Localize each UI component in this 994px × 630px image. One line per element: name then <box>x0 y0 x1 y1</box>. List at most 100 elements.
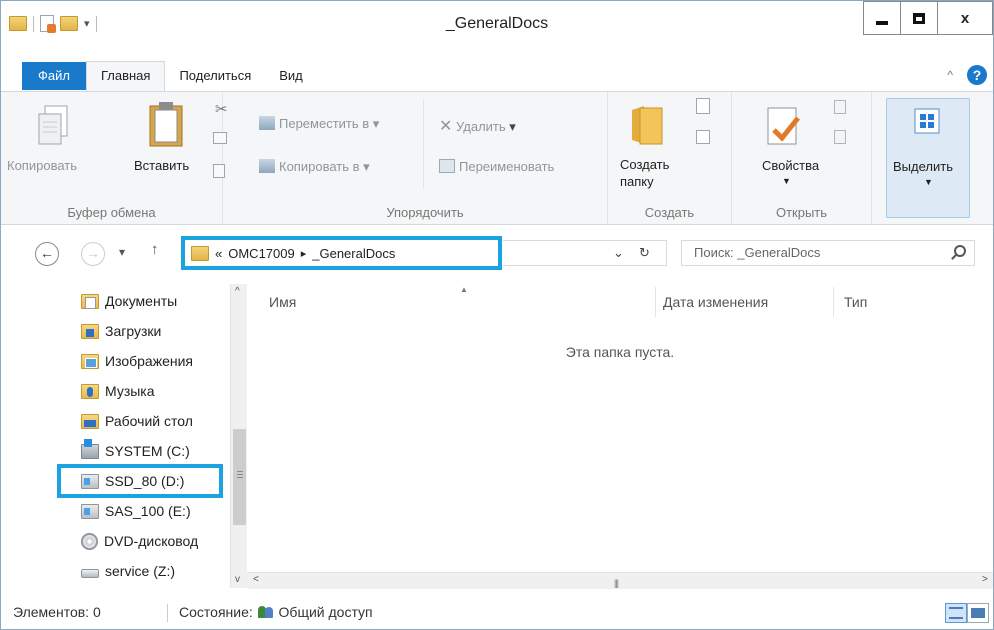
tab-file[interactable]: Файл <box>22 62 86 90</box>
delete-label: Удалить <box>456 119 506 134</box>
address-history-icon[interactable]: ⌄ <box>613 245 624 261</box>
select-icon <box>914 108 940 134</box>
properties-dropdown-icon[interactable]: ▼ <box>782 176 791 186</box>
minimize-button[interactable] <box>863 1 901 35</box>
new-folder-label-line1: Создать <box>620 157 670 172</box>
clipboard-group: Копировать Вставить ✂ Буфер обмена <box>1 92 228 224</box>
edit-icon[interactable] <box>834 130 846 144</box>
status-bar: Элементов: 0 Состояние: Общий доступ <box>1 596 993 629</box>
address-bar[interactable]: « OMC17009 ▸ _GeneralDocs <box>181 236 502 270</box>
maximize-button[interactable] <box>900 1 938 35</box>
horizontal-scrollbar[interactable]: < ||| > <box>247 572 993 589</box>
cut-icon[interactable]: ✂ <box>215 100 228 118</box>
nav-item-sas-e[interactable]: SAS_100 (E:) <box>81 496 191 526</box>
delete-button[interactable]: ✕ Удалить ▾ <box>439 116 516 136</box>
organize-group: Переместить в ▾ Копировать в ▾ ✕ Удалить… <box>243 92 608 224</box>
details-view-button[interactable] <box>945 603 967 623</box>
up-arrow-icon[interactable]: ↑ <box>151 241 159 258</box>
address-row: ← → ▾ ↑ « OMC17009 ▸ _GeneralDocs ⌄ ↻ По… <box>1 233 993 275</box>
properties-icon <box>767 107 800 145</box>
column-divider[interactable] <box>833 287 834 317</box>
navigation-pane: Документы Загрузки Изображения Музыка Ра… <box>1 281 247 591</box>
scroll-left-icon[interactable]: < <box>253 574 259 585</box>
breadcrumb-generaldocs[interactable]: _GeneralDocs <box>312 246 395 261</box>
empty-folder-message: Эта папка пуста. <box>565 344 675 360</box>
breadcrumb-omc17009[interactable]: OMC17009 <box>228 246 294 261</box>
network-drive-icon <box>81 568 99 578</box>
column-header-name[interactable]: Имя <box>269 289 296 315</box>
share-state-label: Состояние: <box>179 604 253 620</box>
documents-icon <box>81 293 99 309</box>
properties-button[interactable]: Свойства <box>762 158 819 173</box>
back-arrow-icon: ← <box>40 245 54 261</box>
search-icon[interactable] <box>954 245 966 257</box>
breadcrumb-separator-icon[interactable]: ▸ <box>301 247 307 260</box>
nav-vertical-scrollbar[interactable]: ^ v <box>230 284 247 588</box>
column-header-type[interactable]: Тип <box>844 289 867 315</box>
share-state-value: Общий доступ <box>278 604 373 620</box>
dvd-drive-icon <box>81 532 98 550</box>
help-icon[interactable]: ? <box>967 65 987 85</box>
collapse-ribbon-icon[interactable]: ^ <box>947 68 953 82</box>
status-divider <box>167 604 168 622</box>
minimize-icon <box>876 21 888 25</box>
delete-icon: ✕ <box>439 118 453 135</box>
downloads-icon <box>81 323 99 339</box>
nav-item-label: Музыка <box>105 383 155 399</box>
rename-button[interactable]: Переименовать <box>439 159 554 174</box>
new-item-icon[interactable] <box>696 98 710 114</box>
nav-item-music[interactable]: Музыка <box>81 376 155 406</box>
copy-path-icon[interactable] <box>213 132 227 144</box>
back-button[interactable]: ← <box>35 242 59 266</box>
select-group[interactable]: Выделить ▼ <box>886 98 970 218</box>
nav-item-dvd[interactable]: DVD-дисковод <box>81 526 198 556</box>
move-to-button[interactable]: Переместить в ▾ <box>259 116 379 132</box>
maximize-icon <box>913 12 925 24</box>
details-view-icon <box>949 607 963 619</box>
close-button[interactable]: x <box>937 1 993 35</box>
tab-view[interactable]: Вид <box>265 62 317 90</box>
folder-icon <box>191 245 209 261</box>
nav-item-downloads[interactable]: Загрузки <box>81 316 161 346</box>
scroll-down-icon[interactable]: v <box>235 574 240 585</box>
select-button[interactable]: Выделить <box>893 159 953 174</box>
grip-icon: ||| <box>614 578 619 588</box>
select-dropdown-icon[interactable]: ▼ <box>924 177 933 187</box>
new-folder-button[interactable]: Создать папку <box>620 156 669 190</box>
scroll-up-icon[interactable]: ^ <box>235 286 240 297</box>
forward-arrow-icon: → <box>86 245 100 261</box>
recent-locations-icon[interactable]: ▾ <box>119 245 125 259</box>
nav-item-label: Документы <box>105 293 178 309</box>
paste-button[interactable]: Вставить <box>134 158 189 173</box>
scroll-right-icon[interactable]: > <box>982 574 988 585</box>
tab-home[interactable]: Главная <box>85 60 166 92</box>
organize-group-label: Упорядочить <box>386 205 464 220</box>
paste-shortcut-icon[interactable] <box>213 164 225 178</box>
horizontal-scroll-thumb[interactable]: ||| <box>265 575 971 588</box>
group-divider <box>423 100 424 188</box>
music-icon <box>81 383 99 399</box>
refresh-icon[interactable]: ↻ <box>639 245 650 261</box>
column-header-date[interactable]: Дата изменения <box>663 289 768 315</box>
address-overflow[interactable]: « <box>215 246 222 261</box>
open-group-label: Открыть <box>775 205 828 220</box>
tab-share[interactable]: Поделиться <box>165 62 265 90</box>
new-folder-label-line2: папку <box>620 174 654 189</box>
nav-scroll-thumb[interactable] <box>233 429 246 525</box>
large-icons-view-button[interactable] <box>967 603 989 623</box>
nav-item-label: SYSTEM (C:) <box>105 443 190 459</box>
nav-item-pictures[interactable]: Изображения <box>81 346 193 376</box>
search-input[interactable]: Поиск: _GeneralDocs <box>681 240 975 266</box>
nav-item-label: Изображения <box>105 353 193 369</box>
nav-item-system-c[interactable]: SYSTEM (C:) <box>81 436 190 466</box>
column-divider[interactable] <box>655 287 656 317</box>
open-icon[interactable] <box>834 100 846 114</box>
copy-button[interactable]: Копировать <box>7 158 77 173</box>
nav-item-desktop[interactable]: Рабочий стол <box>81 406 193 436</box>
copy-to-button[interactable]: Копировать в ▾ <box>259 159 370 175</box>
forward-button[interactable]: → <box>81 242 105 266</box>
file-list-pane: ▲ Имя Дата изменения Тип Эта папка пуста… <box>247 281 993 591</box>
nav-item-service-z[interactable]: service (Z:) <box>81 556 175 586</box>
easy-access-icon[interactable] <box>696 130 710 144</box>
nav-item-documents[interactable]: Документы <box>81 286 177 316</box>
